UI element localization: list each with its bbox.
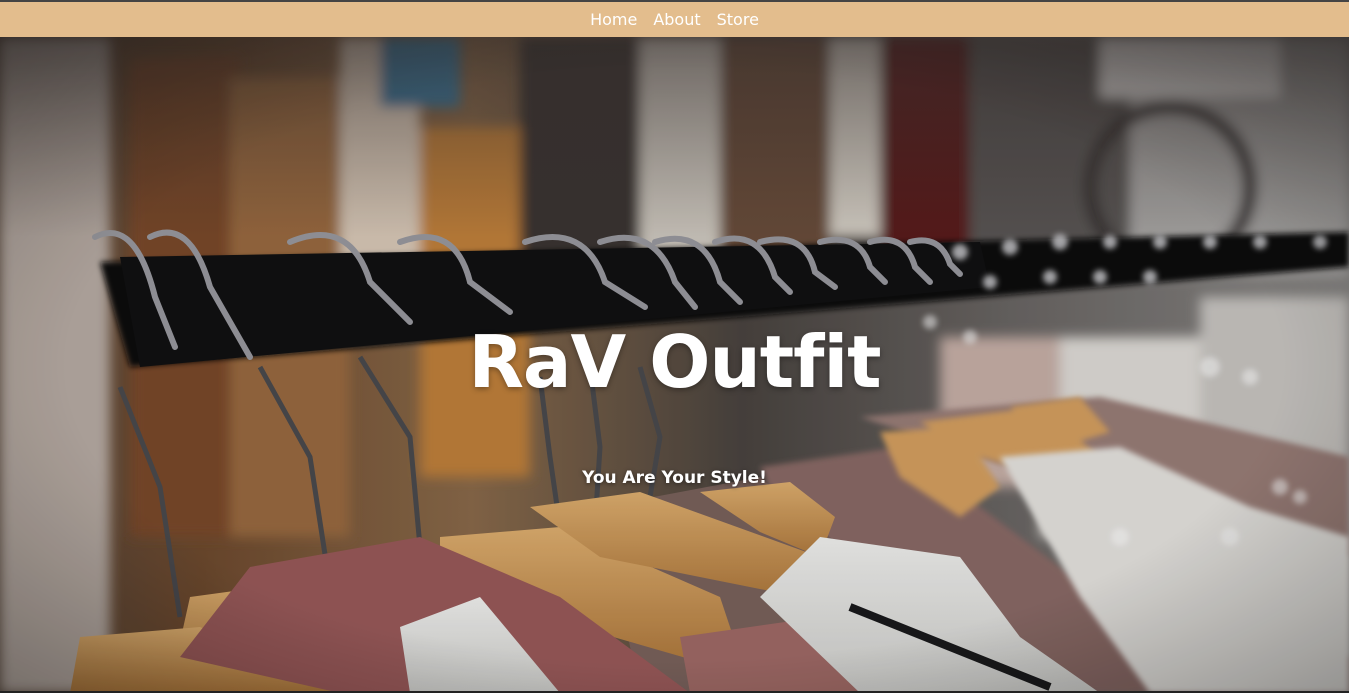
hero-section: RaV Outfit You Are Your Style! xyxy=(0,37,1349,693)
navbar: Home About Store xyxy=(0,2,1349,37)
top-border xyxy=(0,0,1349,2)
nav-link-store[interactable]: Store xyxy=(709,2,767,37)
nav-link-about[interactable]: About xyxy=(645,2,708,37)
nav-link-home[interactable]: Home xyxy=(582,2,645,37)
hero-title: RaV Outfit xyxy=(468,320,881,404)
page: Home About Store RaV Outfit You Are Your… xyxy=(0,0,1349,693)
hero-subtitle: You Are Your Style! xyxy=(582,468,767,488)
